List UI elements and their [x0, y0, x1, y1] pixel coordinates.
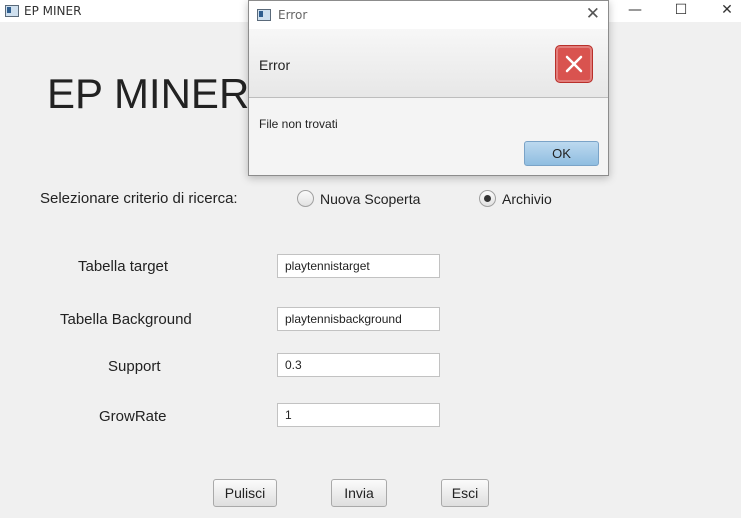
ok-button[interactable]: OK [524, 141, 599, 166]
clear-button[interactable]: Pulisci [213, 479, 277, 507]
app-icon [5, 5, 19, 17]
dialog-close-button[interactable]: ✕ [586, 4, 600, 24]
minimize-button[interactable]: — [612, 0, 658, 22]
app-heading: EP MINER [47, 70, 250, 117]
dialog-header-text: Error [259, 57, 291, 73]
radio-circle-icon [297, 190, 314, 207]
send-button[interactable]: Invia [331, 479, 387, 507]
dialog-titlebar: Error ✕ [249, 1, 608, 29]
criteria-label: Selezionare criterio di ricerca: [40, 190, 238, 207]
radio-archivio[interactable]: Archivio [479, 190, 552, 207]
background-table-label: Tabella Background [60, 311, 192, 328]
error-icon [555, 45, 593, 83]
target-table-input[interactable] [277, 254, 440, 278]
background-table-input[interactable] [277, 307, 440, 331]
radio-label-nuova-scoperta: Nuova Scoperta [320, 190, 421, 207]
support-input[interactable] [277, 353, 440, 377]
support-label: Support [108, 358, 161, 375]
close-window-button[interactable]: ✕ [704, 0, 741, 22]
radio-label-archivio: Archivio [502, 190, 552, 207]
dialog-message: File non trovati [259, 117, 338, 131]
growrate-input[interactable] [277, 403, 440, 427]
target-table-label: Tabella target [78, 258, 169, 275]
window-title: EP MINER [24, 4, 82, 18]
exit-button[interactable]: Esci [441, 479, 489, 507]
radio-nuova-scoperta[interactable]: Nuova Scoperta [297, 190, 420, 207]
error-dialog: Error ✕ Error File non trovati OK [248, 0, 609, 176]
dialog-title: Error [278, 8, 308, 22]
radio-selected-icon [479, 190, 496, 207]
dialog-app-icon [257, 9, 271, 21]
growrate-label: GrowRate [99, 408, 167, 425]
dialog-header: Error [249, 29, 608, 98]
maximize-button[interactable]: ☐ [658, 0, 704, 22]
